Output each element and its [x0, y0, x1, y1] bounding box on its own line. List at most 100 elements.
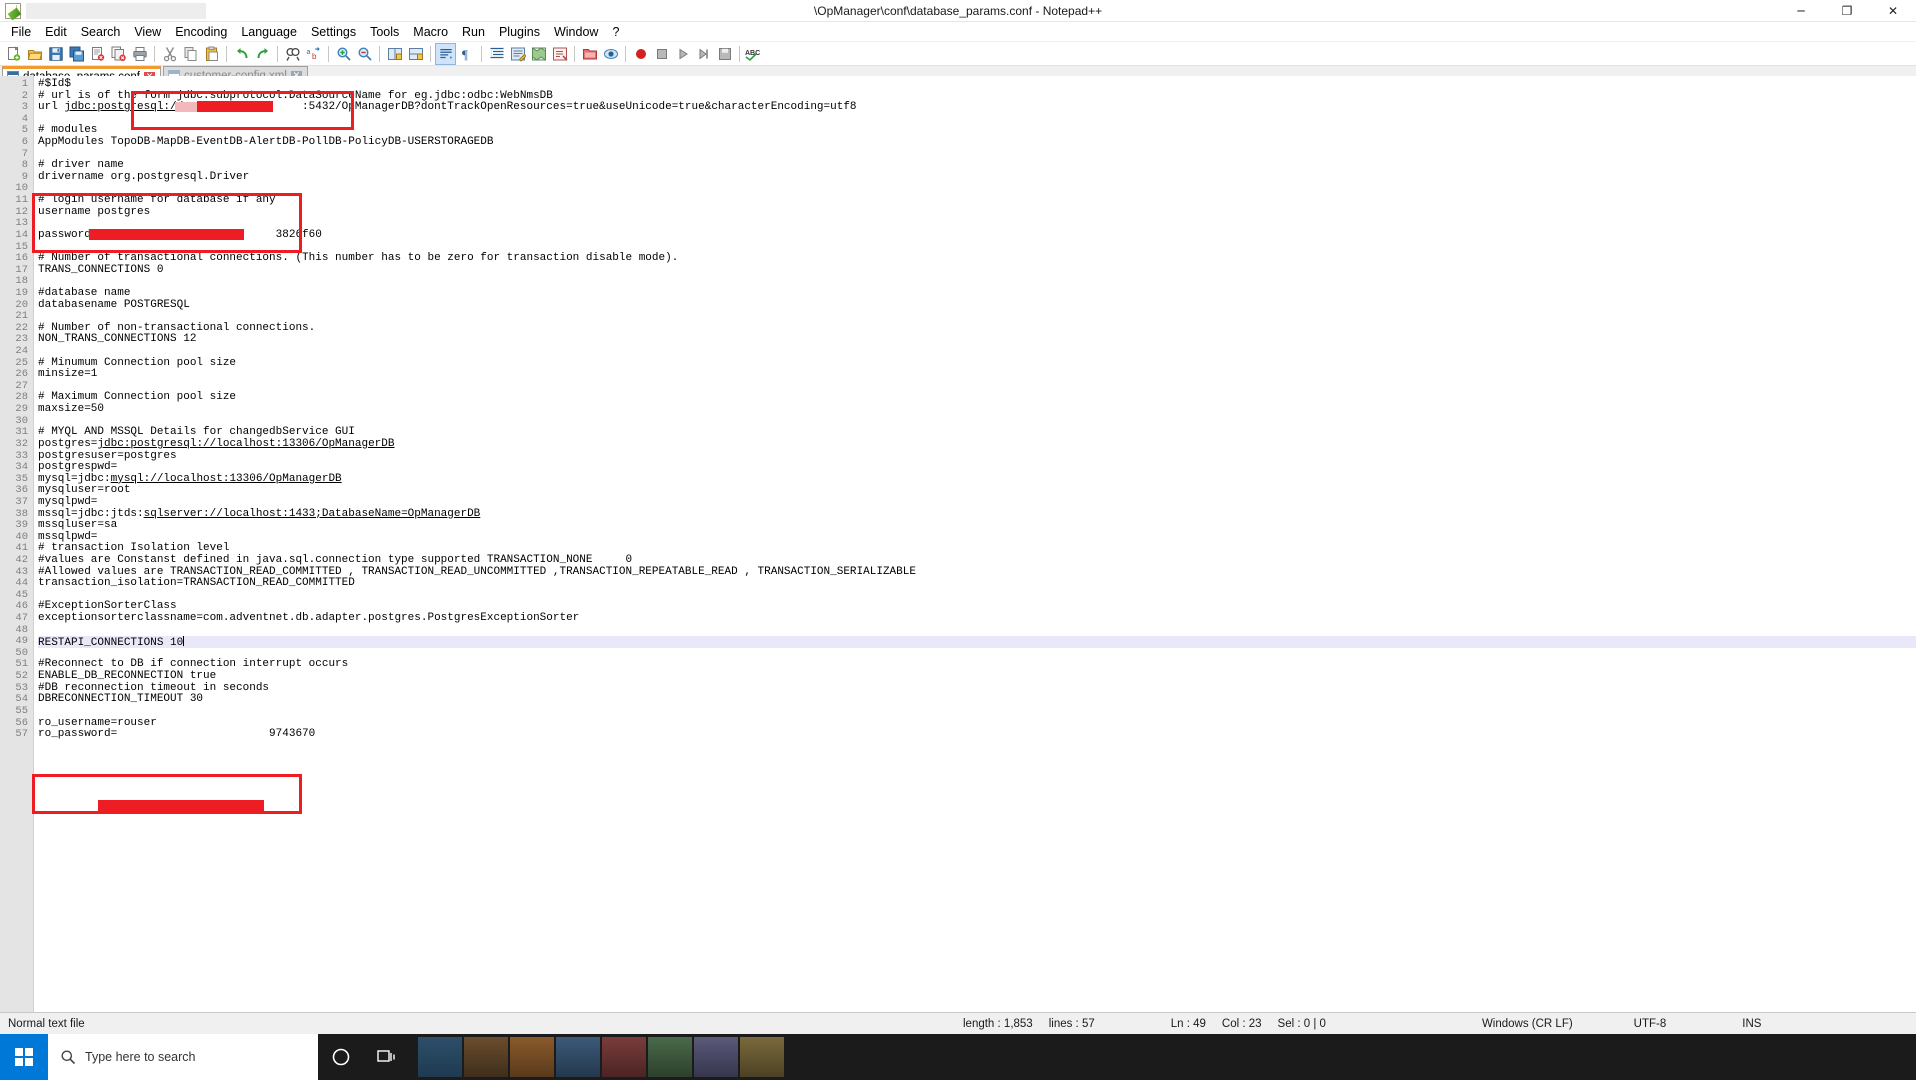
code-line[interactable]: #Reconnect to DB if connection interrupt… [38, 659, 1916, 671]
code-line[interactable] [38, 590, 1916, 602]
code-line[interactable]: NON_TRANS_CONNECTIONS 12 [38, 334, 1916, 346]
menu-item-run[interactable]: Run [455, 22, 492, 42]
code-line[interactable]: ENABLE_DB_RECONNECTION true [38, 670, 1916, 683]
code-line[interactable]: minsize=1 [38, 369, 1916, 381]
code-line[interactable]: # login username for database if any [38, 194, 1916, 207]
code-line[interactable]: #database name [38, 287, 1916, 300]
cortana-button[interactable] [318, 1034, 364, 1080]
code-line[interactable]: postgres=jdbc:postgresql://localhost:133… [38, 438, 1916, 451]
code-line[interactable]: # Number of non-transactional connection… [38, 322, 1916, 335]
menu-item-file[interactable]: File [4, 22, 38, 42]
sync-horizontal-scrolling-icon[interactable] [405, 43, 426, 65]
code-line[interactable] [38, 149, 1916, 161]
sync-vertical-scrolling-icon[interactable] [384, 43, 405, 65]
redo-icon[interactable] [252, 43, 273, 65]
code-line[interactable]: # Number of transactional connections. (… [38, 253, 1916, 265]
save-macro-icon[interactable] [714, 43, 735, 65]
stop-recording-icon[interactable] [651, 43, 672, 65]
function-list-icon[interactable] [549, 43, 570, 65]
menu-item-encoding[interactable]: Encoding [168, 22, 234, 42]
taskbar-app-item[interactable] [740, 1037, 784, 1077]
close-button[interactable]: ✕ [1870, 0, 1916, 22]
code-line[interactable] [38, 381, 1916, 393]
menu-item-plugins[interactable]: Plugins [492, 22, 547, 42]
start-button[interactable] [0, 1034, 48, 1080]
code-line[interactable]: mysql=jdbc:mysql://localhost:13306/OpMan… [38, 473, 1916, 486]
code-line[interactable] [38, 706, 1916, 718]
taskbar-app-item[interactable] [464, 1037, 508, 1077]
code-line[interactable]: DBRECONNECTION_TIMEOUT 30 [38, 694, 1916, 706]
folder-as-workspace-icon[interactable] [579, 43, 600, 65]
menu-item-search[interactable]: Search [74, 22, 128, 42]
undo-icon[interactable] [231, 43, 252, 65]
code-line[interactable]: #values are Constanst defined in java.sq… [38, 554, 1916, 567]
code-line[interactable]: ro_password= 9743670 [38, 729, 1916, 741]
code-line[interactable]: password= 3826f60 [38, 229, 1916, 242]
code-line[interactable] [38, 311, 1916, 323]
maximize-button[interactable]: ❐ [1824, 0, 1870, 22]
copy-icon[interactable] [180, 43, 201, 65]
code-line[interactable]: TRANS_CONNECTIONS 0 [38, 264, 1916, 277]
code-line[interactable]: postgresuser=postgres [38, 450, 1916, 463]
code-line[interactable] [38, 183, 1916, 195]
start-recording-icon[interactable] [630, 43, 651, 65]
replace-icon[interactable]: ab [303, 43, 324, 65]
playback-icon[interactable] [672, 43, 693, 65]
code-line[interactable]: # driver name [38, 160, 1916, 172]
code-line[interactable]: url jdbc:postgresql://r :5432/OpManagerD… [38, 101, 1916, 114]
taskbar-app-item[interactable] [418, 1037, 462, 1077]
code-line[interactable]: mssql=jdbc:jtds:sqlserver://localhost:14… [38, 508, 1916, 521]
word-wrap-icon[interactable] [435, 42, 456, 65]
save-all-icon[interactable] [66, 43, 87, 65]
menu-item-edit[interactable]: Edit [38, 22, 74, 42]
minimize-button[interactable]: ─ [1778, 0, 1824, 22]
cut-icon[interactable] [159, 43, 180, 65]
menu-item-view[interactable]: View [127, 22, 168, 42]
indent-guide-icon[interactable] [486, 43, 507, 65]
zoom-in-icon[interactable] [333, 43, 354, 65]
code-line[interactable] [38, 276, 1916, 288]
code-line[interactable]: AppModules TopoDB-MapDB-EventDB-AlertDB-… [38, 136, 1916, 149]
user-defined-language-icon[interactable] [507, 43, 528, 65]
editor-area[interactable]: 1 2 3 4 5 6 7 8 9 10 11 12 13 14 15 16 17 18 19 20 21 22 23 24 2… [0, 76, 1916, 1012]
code-line[interactable]: username postgres [38, 206, 1916, 219]
save-icon[interactable] [45, 43, 66, 65]
document-map-icon[interactable] [528, 43, 549, 65]
code-line[interactable]: #DB reconnection timeout in seconds [38, 682, 1916, 695]
monitoring-icon[interactable] [600, 43, 621, 65]
code-line[interactable]: mssqlpwd= [38, 531, 1916, 544]
taskbar-search-box[interactable]: Type here to search [48, 1034, 318, 1080]
menu-item-tools[interactable]: Tools [363, 22, 406, 42]
code-line[interactable] [38, 346, 1916, 358]
code-line[interactable]: maxsize=50 [38, 403, 1916, 416]
show-all-characters-icon[interactable]: ¶ [456, 43, 477, 65]
print-icon[interactable] [129, 43, 150, 65]
find-icon[interactable] [282, 43, 303, 65]
code-line[interactable]: mysqluser=root [38, 485, 1916, 497]
menu-item-settings[interactable]: Settings [304, 22, 363, 42]
code-line[interactable]: mssqluser=sa [38, 520, 1916, 532]
open-file-icon[interactable] [24, 43, 45, 65]
code-line[interactable]: ro_username=rouser [38, 717, 1916, 730]
spell-check-icon[interactable]: ABC [744, 43, 765, 65]
zoom-out-icon[interactable] [354, 43, 375, 65]
close-all-icon[interactable] [108, 43, 129, 65]
code-line[interactable]: # Maximum Connection pool size [38, 392, 1916, 404]
new-file-icon[interactable] [3, 43, 24, 65]
code-line[interactable]: RESTAPI_CONNECTIONS 10 [38, 636, 1916, 649]
code-line[interactable]: #$Id$ [38, 78, 1916, 91]
close-file-icon[interactable] [87, 43, 108, 65]
code-text-area[interactable]: #$Id$ # url is of the form jdbc:subprotoc… [34, 76, 1916, 1012]
taskbar-app-item[interactable] [602, 1037, 646, 1077]
task-view-button[interactable] [364, 1034, 410, 1080]
code-line[interactable]: # Minumum Connection pool size [38, 357, 1916, 370]
run-macro-multiple-icon[interactable] [693, 43, 714, 65]
taskbar-app-item[interactable] [694, 1037, 738, 1077]
menu-item-macro[interactable]: Macro [406, 22, 455, 42]
code-line[interactable] [38, 114, 1916, 126]
code-line[interactable]: drivername org.postgresql.Driver [38, 171, 1916, 184]
menu-item-help[interactable]: ? [605, 22, 626, 42]
taskbar-app-item[interactable] [556, 1037, 600, 1077]
paste-icon[interactable] [201, 43, 222, 65]
code-line[interactable]: databasename POSTGRESQL [38, 299, 1916, 312]
